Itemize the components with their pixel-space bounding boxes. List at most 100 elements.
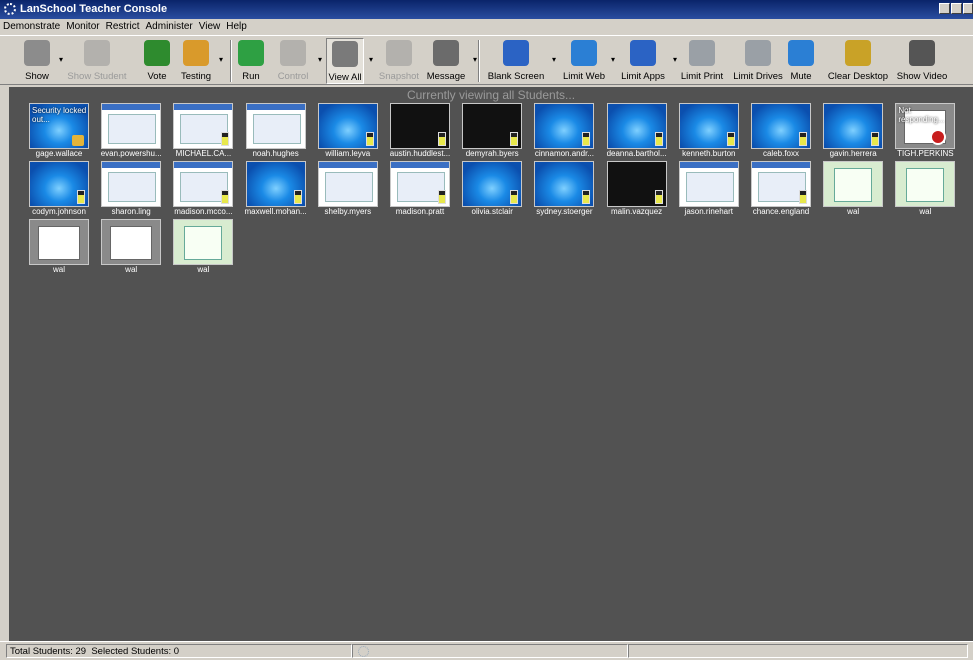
limit-print-icon: [689, 40, 715, 66]
menu-demonstrate[interactable]: Demonstrate: [0, 19, 63, 32]
student-name: madison.mcco...: [174, 207, 233, 216]
student-screen: [678, 103, 739, 149]
mute-button[interactable]: Mute: [788, 38, 814, 84]
student-screen: Not responding...: [895, 103, 956, 149]
student-screen: [173, 103, 234, 149]
show-student-button[interactable]: Show Student: [66, 38, 128, 84]
limit-drives-button[interactable]: Limit Drives: [731, 38, 785, 84]
student-thumbnail[interactable]: maxwell.mohan...: [244, 161, 307, 219]
student-thumbnail[interactable]: demyrah.byers: [462, 103, 523, 161]
testing-button[interactable]: Testing: [176, 38, 216, 84]
student-thumbnail[interactable]: madison.pratt: [390, 161, 450, 219]
student-screen: [823, 161, 884, 207]
vote-button[interactable]: Vote: [140, 38, 174, 84]
student-thumbnail[interactable]: deanna.barthol...: [607, 103, 667, 161]
limit-print-button[interactable]: Limit Print: [680, 38, 724, 84]
screen-status-text: Not responding...: [898, 106, 945, 124]
mute-label: Mute: [790, 71, 812, 82]
student-thumbnail[interactable]: evan.powershu...: [101, 103, 162, 161]
message-dropdown-arrow-icon[interactable]: ▾: [473, 55, 477, 64]
view-all-icon: [332, 41, 358, 67]
run-icon: [238, 40, 264, 66]
show-button[interactable]: Show: [16, 38, 58, 84]
menu-restrict[interactable]: Restrict: [103, 19, 143, 32]
minimize-button[interactable]: [939, 3, 950, 14]
limit-web-button[interactable]: Limit Web: [562, 38, 606, 84]
view-all-label: View All: [328, 72, 362, 83]
student-thumbnail[interactable]: caleb.foxx: [751, 103, 811, 161]
student-screen: [462, 103, 523, 149]
limit-web-label: Limit Web: [562, 71, 606, 82]
show-label: Show: [25, 71, 49, 82]
student-name: sharon.ling: [111, 207, 151, 216]
menu-monitor[interactable]: Monitor: [63, 19, 102, 32]
student-thumbnail[interactable]: madison.mcco...: [173, 161, 234, 219]
student-thumbnail[interactable]: olivia.stclair: [462, 161, 523, 219]
show-video-label: Show Video: [896, 71, 948, 82]
clear-desktop-button[interactable]: Clear Desktop: [825, 38, 891, 84]
run-button[interactable]: Run: [236, 38, 266, 84]
show-dropdown-arrow-icon[interactable]: ▾: [59, 55, 63, 64]
snapshot-icon: [386, 40, 412, 66]
status-activity: [352, 644, 628, 658]
menu-administer[interactable]: Administer: [143, 19, 196, 32]
close-button[interactable]: [963, 3, 973, 14]
student-thumbnail[interactable]: Security locked out... gage.wallace: [29, 103, 89, 161]
blank-screen-button[interactable]: Blank Screen: [486, 38, 546, 84]
toolbar: Show ▾ Show Student Vote Testing ▾ Run Control ▾…: [0, 35, 973, 85]
maximize-button[interactable]: [951, 3, 962, 14]
student-name: shelby.myers: [324, 207, 372, 216]
limit-drives-icon: [745, 40, 771, 66]
student-thumbnail[interactable]: cinnamon.andr...: [534, 103, 595, 161]
limit-apps-button[interactable]: Limit Apps: [620, 38, 666, 84]
student-thumbnail[interactable]: jason.rinehart: [678, 161, 739, 219]
student-thumbnail[interactable]: wal: [823, 161, 884, 219]
student-screen: [173, 161, 234, 207]
control-button[interactable]: Control: [274, 38, 312, 84]
battery-icon: [582, 190, 591, 204]
student-thumbnail[interactable]: sydney.stoerger: [534, 161, 595, 219]
student-thumbnail[interactable]: Not responding... TIGH.PERKINS: [895, 103, 956, 161]
student-screen: [462, 161, 523, 207]
student-thumbnail[interactable]: sharon.ling: [101, 161, 162, 219]
student-name: wal: [197, 265, 210, 274]
student-thumbnail[interactable]: shelby.myers: [317, 161, 378, 219]
view-all-button[interactable]: View All: [326, 38, 364, 84]
blank-screen-dropdown-arrow-icon[interactable]: ▾: [552, 55, 556, 64]
limit-web-dropdown-arrow-icon[interactable]: ▾: [611, 55, 615, 64]
limit-apps-dropdown-arrow-icon[interactable]: ▾: [673, 55, 677, 64]
student-name: wal: [125, 265, 138, 274]
battery-icon: [438, 132, 446, 146]
student-thumbnail[interactable]: gavin.herrera: [823, 103, 884, 161]
student-name: evan.powershu...: [100, 149, 162, 158]
student-thumbnail[interactable]: codym.johnson: [29, 161, 89, 219]
student-name: malin.vazquez: [611, 207, 663, 216]
control-dropdown-arrow-icon[interactable]: ▾: [318, 55, 322, 64]
student-screen: [751, 161, 811, 207]
view-all-dropdown-arrow-icon[interactable]: ▾: [369, 55, 373, 64]
menu-view[interactable]: View: [196, 19, 224, 32]
student-thumbnail[interactable]: austin.huddlest...: [390, 103, 450, 161]
testing-dropdown-arrow-icon[interactable]: ▾: [219, 55, 223, 64]
student-thumbnail[interactable]: malin.vazquez: [606, 161, 667, 219]
student-name: noah.hughes: [252, 149, 299, 158]
menu-bar: Demonstrate Monitor Restrict Administer View…: [0, 19, 973, 35]
student-thumbnail[interactable]: william.leyva: [317, 103, 378, 161]
control-icon: [280, 40, 306, 66]
student-thumbnail[interactable]: wal: [29, 219, 89, 277]
student-thumbnail[interactable]: wal: [101, 219, 162, 277]
student-thumbnail[interactable]: kenneth.burton: [678, 103, 739, 161]
student-thumbnail[interactable]: chance.england: [751, 161, 811, 219]
student-thumbnail[interactable]: MICHAEL.CA...: [173, 103, 234, 161]
student-screen: [895, 161, 956, 207]
student-screen: [317, 161, 378, 207]
student-screen: [317, 103, 378, 149]
student-thumbnail[interactable]: noah.hughes: [245, 103, 306, 161]
student-thumbnail[interactable]: wal: [173, 219, 234, 277]
student-thumbnail[interactable]: wal: [895, 161, 956, 219]
message-button[interactable]: Message: [424, 38, 468, 84]
snapshot-button[interactable]: Snapshot: [378, 38, 420, 84]
menu-help[interactable]: Help: [223, 19, 250, 32]
show-video-button[interactable]: Show Video: [895, 38, 949, 84]
left-border: [0, 87, 9, 641]
